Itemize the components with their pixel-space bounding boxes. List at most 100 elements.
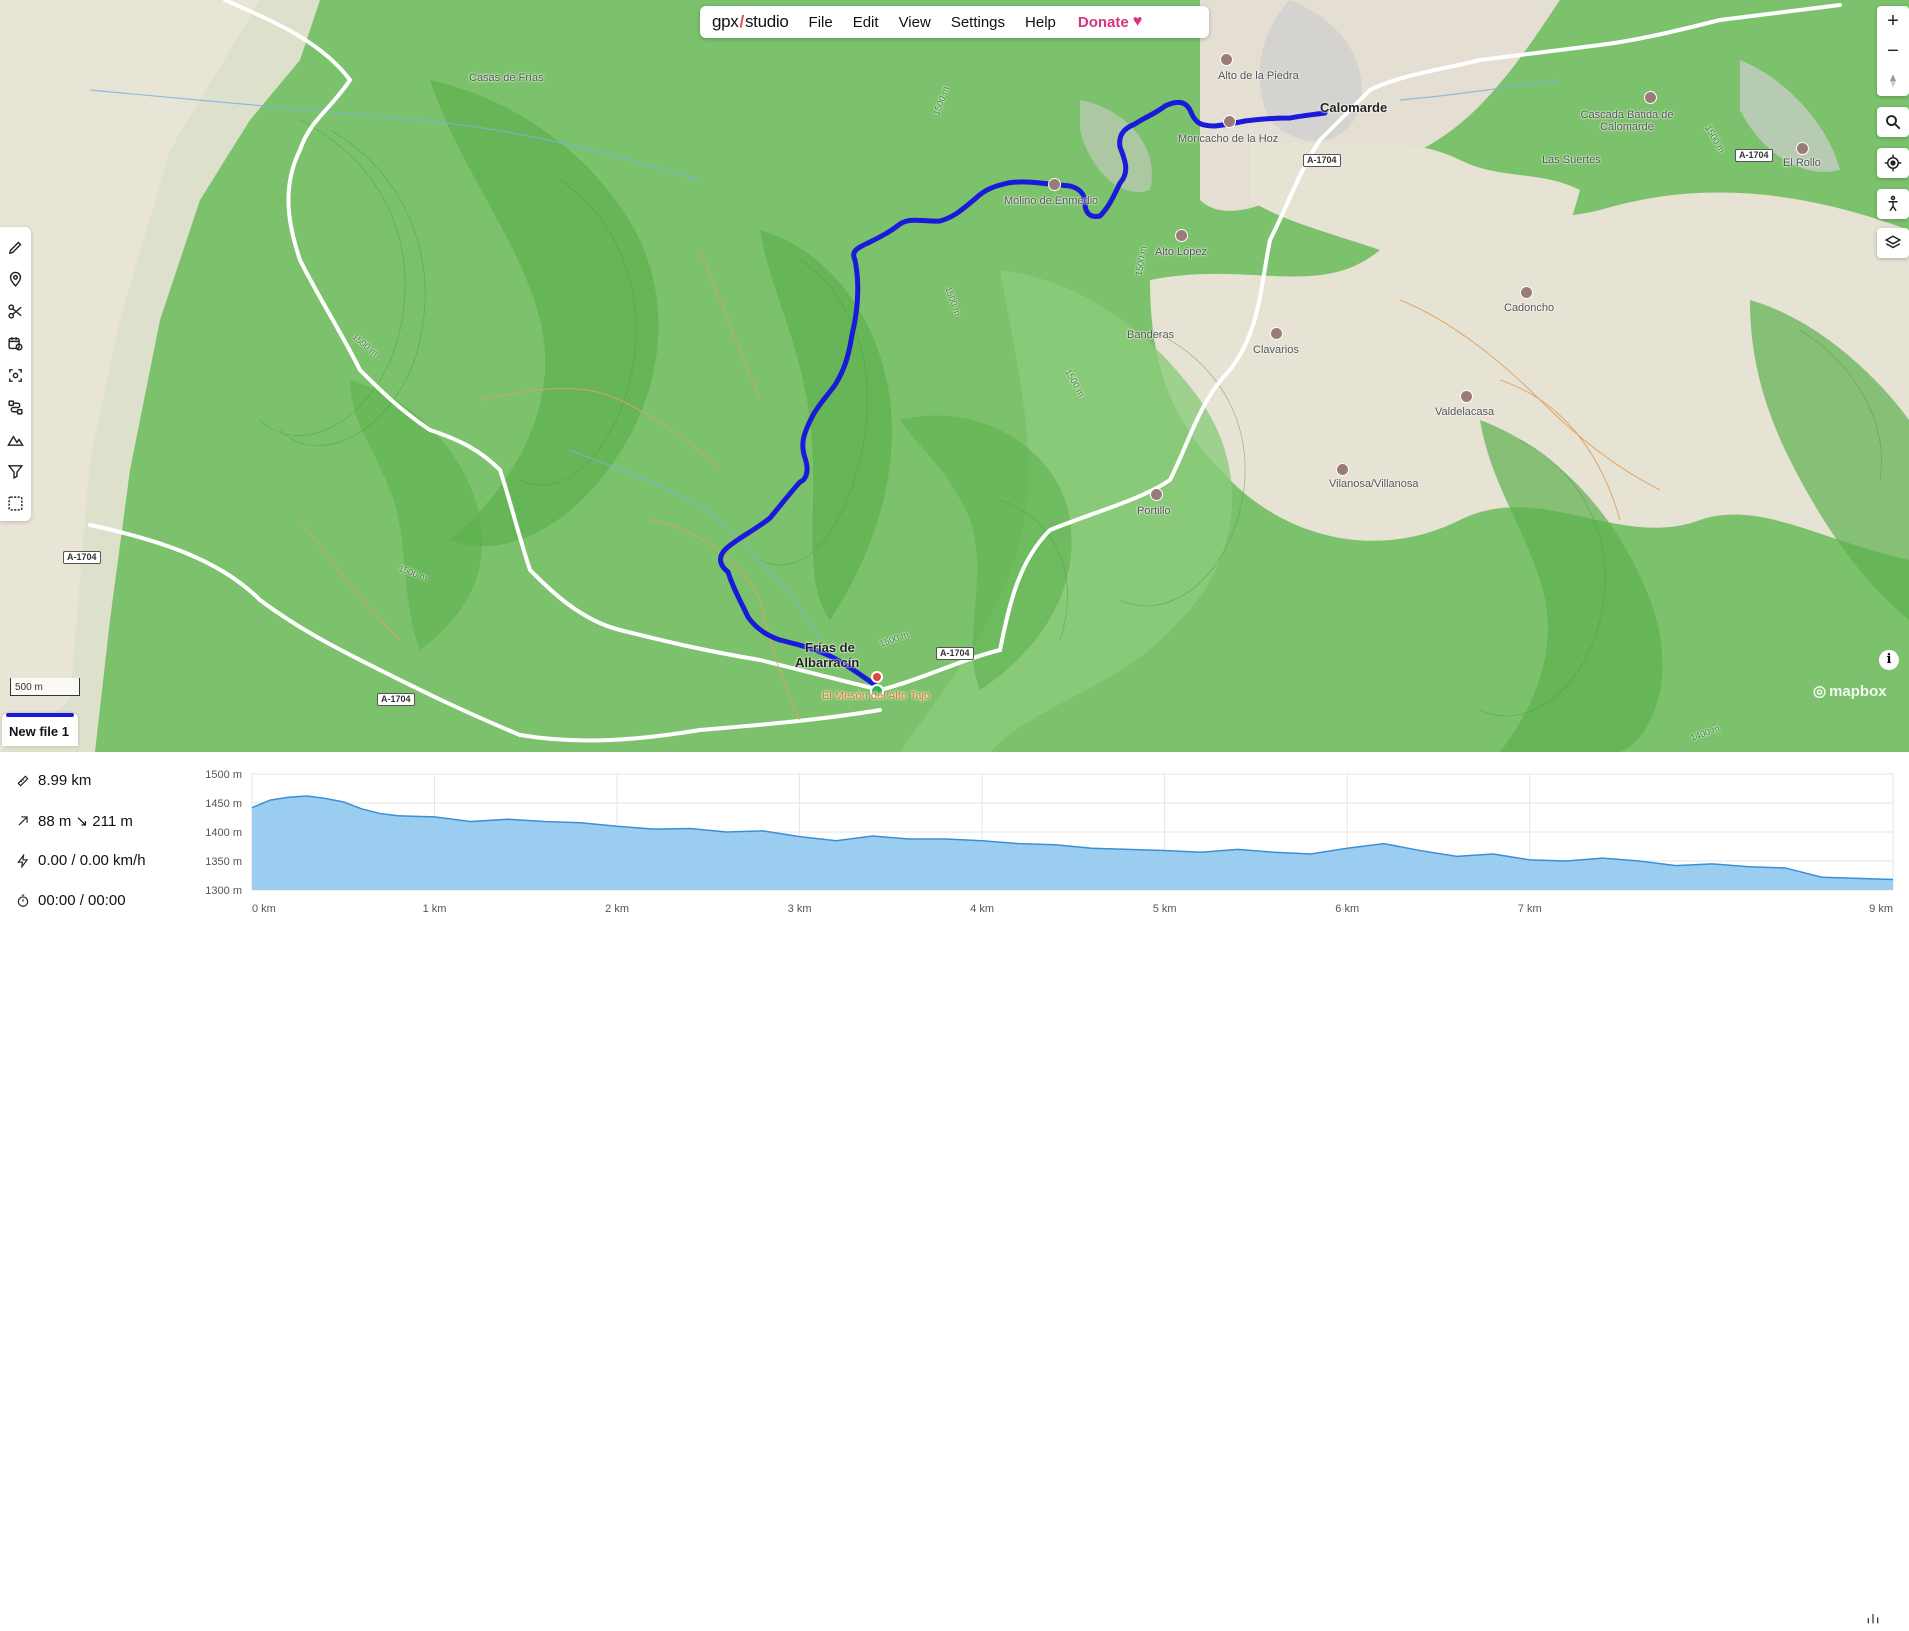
poi-marker[interactable]	[1644, 91, 1657, 104]
menu-settings[interactable]: Settings	[951, 14, 1005, 31]
x-tick-label: 1 km	[423, 903, 447, 915]
poi-marker[interactable]	[1270, 327, 1283, 340]
layers-button[interactable]	[1877, 228, 1909, 258]
menu-view[interactable]: View	[899, 14, 931, 31]
file-color-bar	[6, 713, 74, 717]
poi-marker[interactable]	[1223, 115, 1236, 128]
x-tick-label: 2 km	[605, 903, 629, 915]
person-icon	[1888, 195, 1898, 212]
file-tab-label: New file 1	[9, 724, 69, 739]
scan-icon	[8, 368, 22, 382]
search-button[interactable]	[1877, 107, 1909, 137]
search-control	[1877, 107, 1909, 137]
place-label: Cascada Batida de Calomarde	[1580, 109, 1674, 133]
menu-edit[interactable]: Edit	[853, 14, 879, 31]
extract-tool[interactable]	[4, 396, 26, 418]
donate-label: Donate	[1077, 13, 1129, 31]
compass-icon	[1890, 74, 1896, 88]
road-shield: A-1704	[1303, 154, 1341, 167]
streetview-control	[1877, 189, 1909, 219]
logo-text-right: studio	[744, 12, 789, 31]
place-label: Cadoncho	[1504, 302, 1555, 314]
menu-file[interactable]: File	[809, 14, 833, 31]
x-tick-label: 9 km	[1869, 903, 1893, 915]
bar-chart-icon	[1867, 1614, 1879, 1624]
layers-icon	[1884, 235, 1902, 249]
place-label: Portillo	[1137, 505, 1171, 517]
poi-marker[interactable]	[1520, 286, 1533, 299]
gpx-studio-logo[interactable]: gpx / studio	[712, 12, 789, 32]
poi-marker[interactable]	[1336, 463, 1349, 476]
pencil-icon	[8, 241, 21, 254]
chart-settings-button[interactable]	[1865, 1610, 1881, 1626]
elevation-chart[interactable]: 1500 m 1450 m 1400 m 1350 m 1300 m 0 km 1 km 2 …	[0, 752, 1909, 926]
poi-marker[interactable]	[1048, 178, 1061, 191]
select-dashed-icon	[7, 495, 23, 511]
poi-marker[interactable]	[1175, 229, 1188, 242]
calendar-clock-icon	[7, 336, 23, 351]
elevation-panel: 8.99 km 88 m ↘ 211 m 0.00 / 0.00 km/h 00…	[0, 752, 1909, 1624]
main-menu-bar: gpx / studio File Edit View Settings Hel…	[700, 6, 1209, 38]
zoom-in-button[interactable]: +	[1877, 6, 1909, 36]
place-label: El Mesón del Alto Tajo	[822, 690, 931, 702]
place-label: Las Suertes	[1542, 154, 1601, 166]
x-tick-label: 5 km	[1153, 903, 1177, 915]
logo-text-left: gpx	[712, 12, 739, 31]
layers-control	[1877, 228, 1909, 258]
map-view[interactable]: Casas de Frías Alto de la Piedra Calomar…	[0, 0, 1909, 752]
place-label: Albarracín	[795, 655, 860, 670]
x-tick-label: 4 km	[970, 903, 994, 915]
y-tick-label: 1350 m	[205, 856, 242, 868]
clean-tool[interactable]	[4, 492, 26, 514]
zoom-out-button[interactable]: −	[1877, 36, 1909, 66]
streetview-button[interactable]	[1877, 189, 1909, 219]
place-label: Calomarde	[1320, 100, 1388, 115]
place-label: El Rollo	[1783, 157, 1821, 169]
map-pin-icon	[9, 271, 21, 287]
x-tick-label: 6 km	[1335, 903, 1359, 915]
road-shield: A-1704	[63, 551, 101, 564]
zoom-controls: + −	[1877, 6, 1909, 96]
compass-button[interactable]	[1877, 66, 1909, 96]
heart-icon: ♥	[1132, 13, 1143, 30]
road-shield: A-1704	[377, 693, 415, 706]
poi-tool[interactable]	[4, 268, 26, 290]
elevation-tool[interactable]	[4, 428, 26, 450]
poi-marker[interactable]	[1460, 390, 1473, 403]
x-tick-label: 0 km	[252, 903, 276, 915]
mapbox-icon: ◎	[1813, 683, 1827, 700]
menu-help[interactable]: Help	[1025, 14, 1056, 31]
mapbox-wordmark: mapbox	[1829, 682, 1887, 700]
merge-tool[interactable]	[4, 364, 26, 386]
place-label: Alto de la Piedra	[1218, 70, 1299, 82]
logo-slash: /	[739, 12, 745, 31]
attribution-info-button[interactable]: i	[1879, 650, 1899, 670]
mountain-icon	[6, 434, 24, 446]
x-tick-label: 7 km	[1518, 903, 1542, 915]
scissors-icon	[7, 303, 22, 319]
filter-tool[interactable]	[4, 460, 26, 482]
poi-marker[interactable]	[1150, 488, 1163, 501]
poi-marker[interactable]	[1796, 142, 1809, 155]
time-tool[interactable]	[4, 332, 26, 354]
place-label: Clavarios	[1253, 344, 1299, 356]
place-label: Molino de Enmedio	[1004, 195, 1099, 207]
scissors-tool[interactable]	[4, 300, 26, 322]
route-icon	[7, 399, 23, 415]
mapbox-logo[interactable]: ◎ mapbox	[1813, 682, 1887, 701]
y-tick-label: 1400 m	[205, 827, 242, 839]
plus-icon: +	[1887, 9, 1899, 32]
filter-icon	[7, 464, 23, 479]
tool-sidebar	[0, 227, 31, 521]
locate-button[interactable]	[1877, 148, 1909, 178]
file-tab[interactable]: New file 1	[2, 713, 78, 746]
poi-marker[interactable]	[1220, 53, 1233, 66]
donate-button[interactable]: Donate ♥	[1078, 13, 1142, 31]
place-label: Alto López	[1155, 246, 1207, 258]
end-marker	[871, 671, 883, 683]
route-edit-tool[interactable]	[4, 236, 26, 258]
minus-icon: −	[1887, 39, 1899, 62]
place-label: Frías de	[805, 640, 855, 655]
y-tick-label: 1300 m	[205, 885, 242, 897]
place-label: Moricacho de la Hoz	[1178, 133, 1279, 145]
